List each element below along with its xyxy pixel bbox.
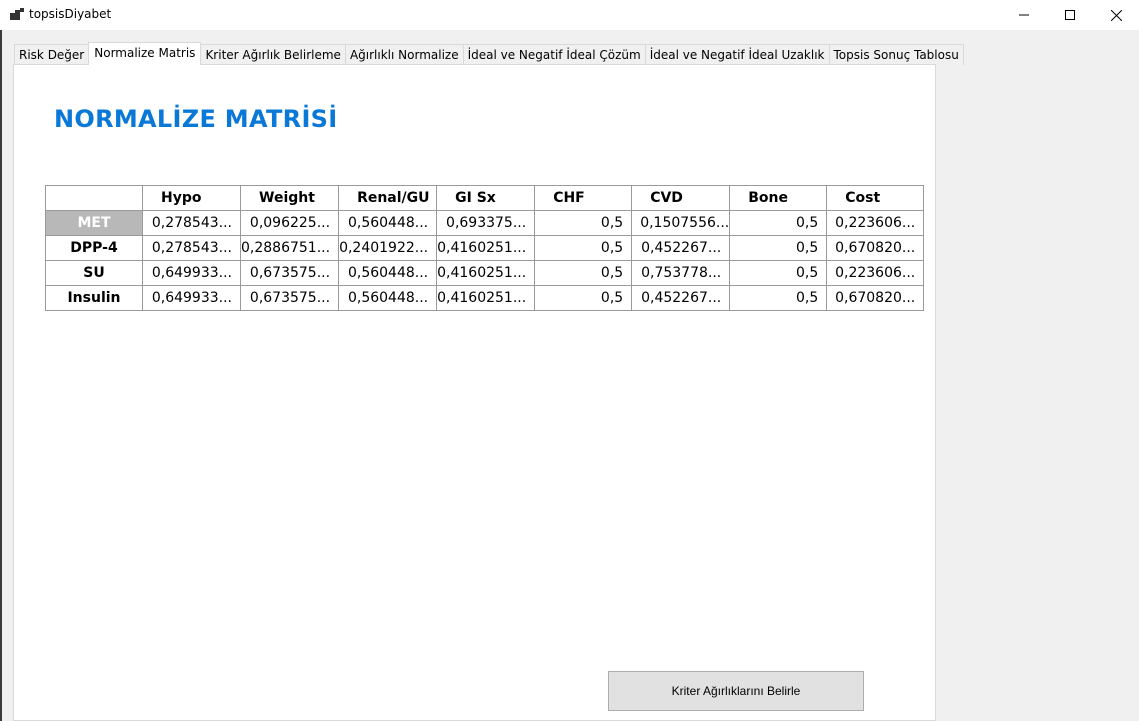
tab-ideal-negatif-ideal-cozum[interactable]: İdeal ve Negatif İdeal Çözüm [462, 44, 646, 65]
minimize-button[interactable] [1001, 0, 1047, 30]
kriter-agirliklarini-belirle-button[interactable]: Kriter Ağırlıklarını Belirle [608, 671, 864, 711]
column-header-cvd[interactable]: CVD [631, 185, 731, 211]
maximize-button[interactable] [1047, 0, 1093, 30]
title-bar: topsisDiyabet [0, 0, 1139, 30]
tab-ideal-negatif-ideal-uzaklik[interactable]: İdeal ve Negatif İdeal Uzaklık [644, 44, 830, 65]
tab-topsis-sonuc-tablosu[interactable]: Topsis Sonuç Tablosu [828, 44, 964, 65]
tab-normalize-matris[interactable]: Normalize Matris [88, 42, 202, 65]
grid-cell[interactable]: 0,673575... [239, 285, 340, 311]
grid-cell[interactable]: 0,5 [534, 285, 633, 311]
tab-strip: Risk Değer Normalize Matris Kriter Ağırl… [14, 42, 964, 65]
normalize-matrix-grid[interactable]: Hypo Weight Renal/GU GI Sx CHF CVD Bone … [45, 185, 925, 311]
row-header-dpp4[interactable]: DPP-4 [45, 235, 143, 261]
grid-cell[interactable]: 0,096225... [239, 210, 340, 236]
row-header-met[interactable]: MET [45, 210, 143, 236]
column-header-renal-gu[interactable]: Renal/GU [338, 185, 438, 211]
table-row: MET 0,278543... 0,096225... 0,560448... … [45, 210, 925, 236]
minimize-icon [1019, 14, 1029, 16]
column-header-chf[interactable]: CHF [534, 185, 633, 211]
table-row: DPP-4 0,278543... 0,2886751... 0,2401922… [45, 235, 925, 261]
grid-cell[interactable]: 0,5 [729, 285, 828, 311]
grid-cell[interactable]: 0,4160251... [436, 235, 536, 261]
grid-cell[interactable]: 0,560448... [338, 260, 438, 286]
grid-cell[interactable]: 0,649933... [142, 285, 241, 311]
row-header-su[interactable]: SU [45, 260, 143, 286]
grid-cell[interactable]: 0,5 [534, 235, 633, 261]
grid-cell[interactable]: 0,560448... [338, 285, 438, 311]
tab-kriter-agirlik-belirleme[interactable]: Kriter Ağırlık Belirleme [200, 44, 346, 65]
grid-cell[interactable]: 0,5 [534, 260, 633, 286]
grid-cell[interactable]: 0,5 [729, 235, 828, 261]
column-header-weight[interactable]: Weight [239, 185, 340, 211]
grid-cell[interactable]: 0,649933... [142, 260, 241, 286]
grid-cell[interactable]: 0,5 [534, 210, 633, 236]
grid-corner-cell[interactable] [45, 185, 143, 211]
grid-cell[interactable]: 0,670820... [826, 235, 925, 261]
column-header-hypo[interactable]: Hypo [142, 185, 241, 211]
grid-cell[interactable]: 0,560448... [338, 210, 438, 236]
column-header-cost[interactable]: Cost [826, 185, 925, 211]
grid-cell[interactable]: 0,2401922... [338, 235, 438, 261]
column-header-bone[interactable]: Bone [729, 185, 828, 211]
table-row: Insulin 0,649933... 0,673575... 0,560448… [45, 285, 925, 311]
close-icon [1110, 9, 1122, 21]
tab-agirlikli-normalize[interactable]: Ağırlıklı Normalize [344, 44, 464, 65]
close-button[interactable] [1093, 0, 1139, 30]
row-header-insulin[interactable]: Insulin [45, 285, 143, 311]
grid-cell[interactable]: 0,5 [729, 260, 828, 286]
grid-cell[interactable]: 0,452267... [631, 235, 731, 261]
grid-cell[interactable]: 0,670820... [826, 285, 925, 311]
tab-risk-deger[interactable]: Risk Değer [14, 44, 90, 65]
grid-cell[interactable]: 0,1507556... [631, 210, 731, 236]
tab-page-normalize-matris: NORMALİZE MATRİSİ Hypo Weight Renal/GU G… [13, 64, 936, 721]
page-title: NORMALİZE MATRİSİ [54, 105, 338, 133]
column-header-gi-sx[interactable]: GI Sx [436, 185, 536, 211]
grid-cell[interactable]: 0,452267... [631, 285, 731, 311]
grid-cell[interactable]: 0,223606... [826, 260, 925, 286]
grid-cell[interactable]: 0,4160251... [436, 260, 536, 286]
grid-header-row: Hypo Weight Renal/GU GI Sx CHF CVD Bone … [45, 185, 925, 211]
maximize-icon [1065, 10, 1075, 20]
grid-cell[interactable]: 0,278543... [142, 210, 241, 236]
app-icon [10, 8, 24, 20]
table-row: SU 0,649933... 0,673575... 0,560448... 0… [45, 260, 925, 286]
grid-cell[interactable]: 0,5 [729, 210, 828, 236]
grid-cell[interactable]: 0,693375... [436, 210, 536, 236]
grid-cell[interactable]: 0,4160251... [436, 285, 536, 311]
grid-cell[interactable]: 0,278543... [142, 235, 241, 261]
window-edge [0, 30, 2, 721]
grid-cell[interactable]: 0,223606... [826, 210, 925, 236]
grid-cell[interactable]: 0,2886751... [239, 235, 340, 261]
grid-cell[interactable]: 0,753778... [631, 260, 731, 286]
grid-cell[interactable]: 0,673575... [239, 260, 340, 286]
window-title: topsisDiyabet [29, 7, 112, 21]
